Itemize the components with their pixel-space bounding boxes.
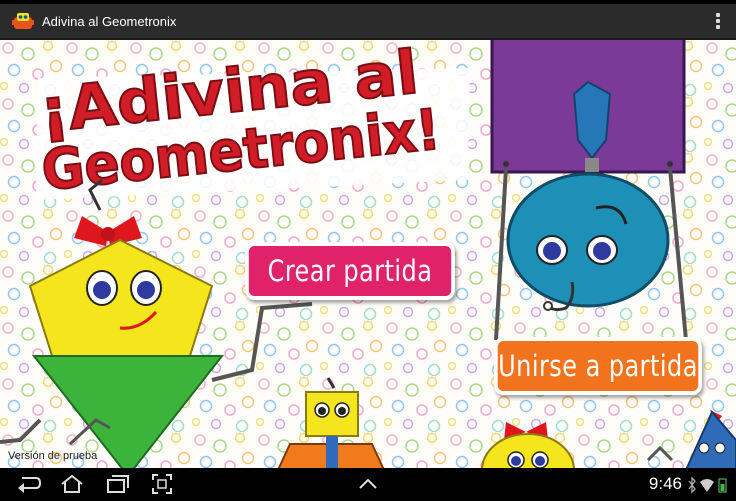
home-icon[interactable] <box>58 472 86 496</box>
game-area: ¡Adivina al Geometronix! Crear partida U… <box>0 40 736 468</box>
overflow-menu-icon[interactable] <box>716 13 720 29</box>
join-game-button[interactable]: Unirse a partida <box>494 337 702 395</box>
screenshot-icon[interactable] <box>150 472 174 496</box>
app-title: Adivina al Geometronix <box>42 13 177 29</box>
system-nav-bar: 9:46 <box>0 468 736 501</box>
wifi-icon <box>700 479 714 492</box>
chevron-up-icon[interactable] <box>356 472 380 496</box>
tablet-screen: Adivina al Geometronix ¡Adivina al Geome… <box>0 0 736 501</box>
create-game-button[interactable]: Crear partida <box>245 242 455 300</box>
bluetooth-icon <box>688 476 696 494</box>
version-label: Versión de prueba <box>8 450 98 462</box>
recent-apps-icon[interactable] <box>104 472 132 496</box>
robot-app-icon[interactable] <box>12 10 34 32</box>
back-icon[interactable] <box>14 472 42 496</box>
action-bar: Adivina al Geometronix <box>0 4 736 40</box>
clock: 9:46 <box>648 474 682 493</box>
status-icons <box>688 476 727 494</box>
